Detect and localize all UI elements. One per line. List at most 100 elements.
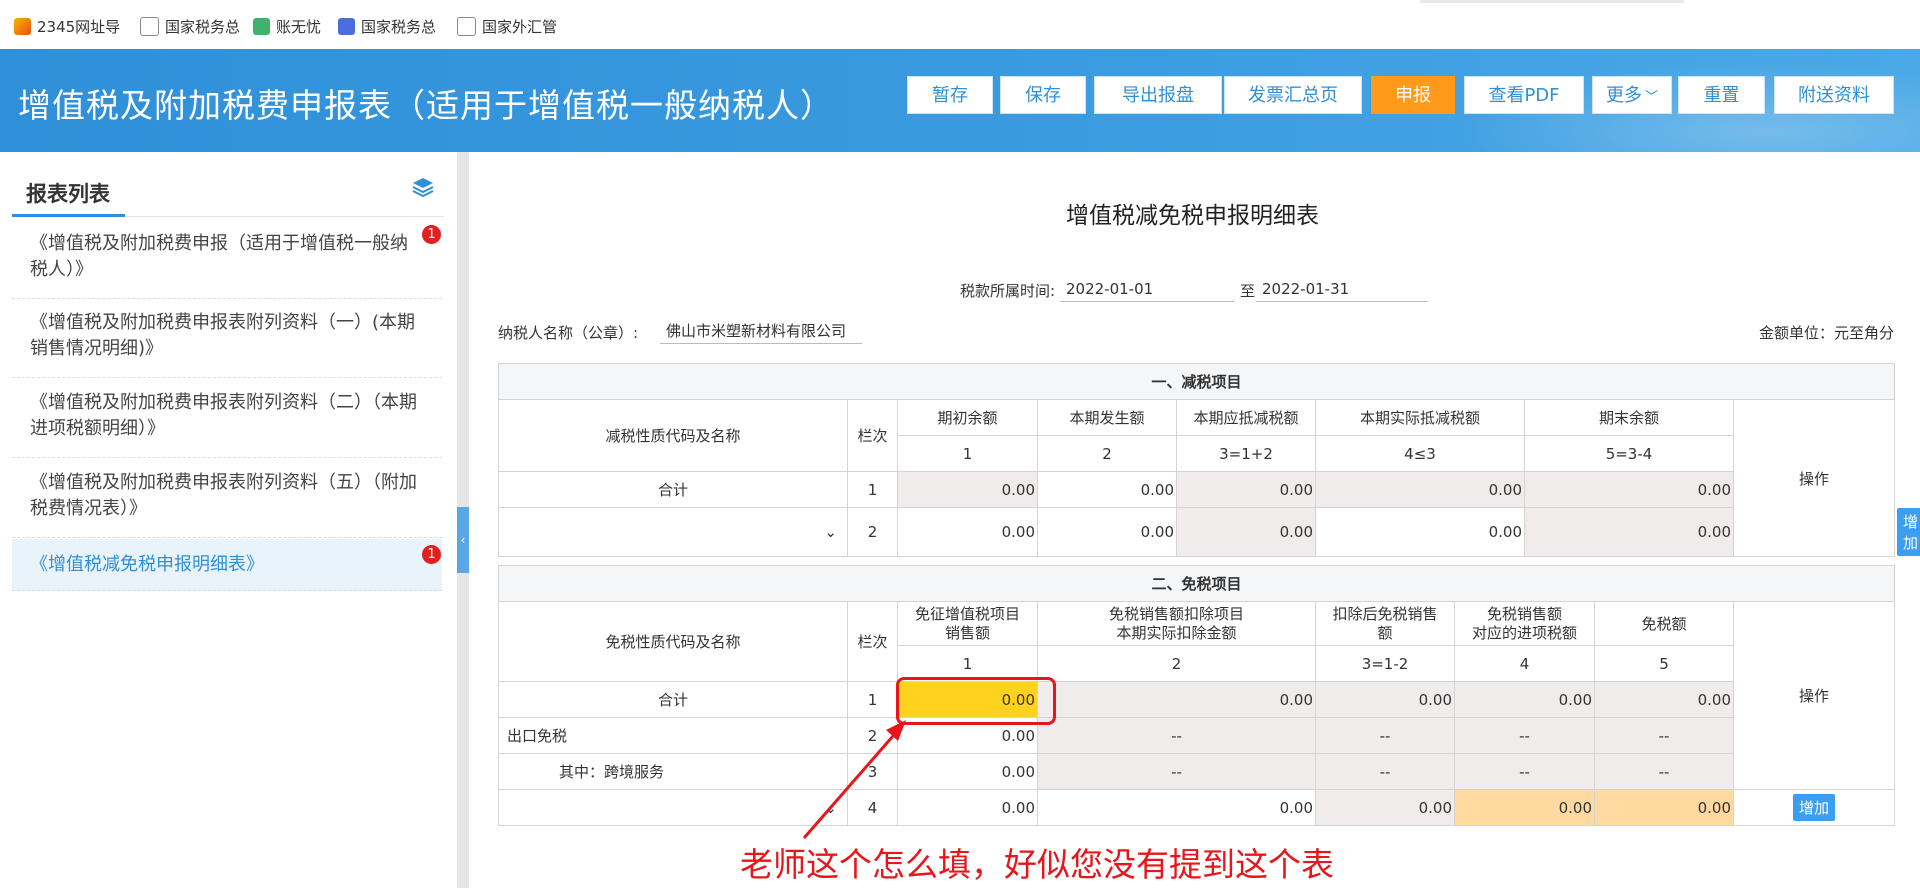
value-cell: 0.00 bbox=[1037, 471, 1177, 508]
bookmark-tax-2[interactable]: 国家税务总 bbox=[338, 16, 436, 36]
temp-save-button[interactable]: 暂存 bbox=[907, 76, 993, 114]
bookmark-label: 国家外汇管 bbox=[482, 17, 558, 36]
table-row: 合计 1 0.00 0.00 0.00 0.00 0.00 bbox=[498, 681, 1895, 718]
column-number: 3=1+2 bbox=[1176, 435, 1316, 472]
value-input[interactable]: 0.00 bbox=[1037, 507, 1177, 557]
column-header: 本期应抵减税额 bbox=[1176, 399, 1316, 436]
column-header: 免征增值税项目 销售额 bbox=[897, 601, 1038, 646]
bookmark-forex[interactable]: 国家外汇管 bbox=[457, 16, 557, 36]
more-label: 更多 bbox=[1605, 85, 1642, 106]
reduction-table: 一、减税项目 减税性质代码及名称 栏次 期初余额 本期发生额 本期应抵减税额 本… bbox=[497, 363, 1920, 557]
export-button[interactable]: 导出报盘 bbox=[1094, 76, 1222, 114]
value-cell: -- bbox=[1594, 717, 1734, 754]
code-select[interactable]: ⌄ bbox=[498, 789, 848, 826]
column-number: 2 bbox=[1037, 645, 1316, 682]
row-name: 合计 bbox=[498, 681, 848, 718]
app-icon bbox=[253, 17, 270, 35]
value-cell: 0.00 bbox=[1524, 507, 1734, 557]
column-number: 3=1-2 bbox=[1315, 645, 1455, 682]
column-number: 4≤3 bbox=[1315, 435, 1525, 472]
value-cell: 0.00 bbox=[1315, 789, 1455, 826]
sidebar-item-schedule-5[interactable]: 《增值税及附加税费申报表附列资料（五）（附加税费情况表）》 bbox=[12, 462, 442, 538]
view-pdf-button[interactable]: 查看PDF bbox=[1464, 76, 1584, 114]
row-number: 3 bbox=[847, 753, 898, 790]
sidebar-item-schedule-1[interactable]: 《增值税及附加税费申报表附列资料（一）(本期销售情况明细)》 bbox=[12, 302, 442, 378]
annotation-highlight-box bbox=[896, 677, 1056, 725]
value-input[interactable]: 0.00 bbox=[897, 507, 1038, 557]
page-icon bbox=[457, 16, 476, 36]
chevron-down-icon: ⌄ bbox=[824, 523, 837, 541]
bookmark-label: 账无忧 bbox=[276, 17, 322, 36]
period-from-field[interactable]: 2022-01-01 bbox=[1060, 277, 1234, 302]
row-number: 2 bbox=[847, 507, 898, 557]
period-label: 税款所属时间: bbox=[960, 282, 1056, 300]
table-row: 出口免税 2 0.00 -- -- -- -- bbox=[498, 717, 1895, 754]
active-tab-underline bbox=[12, 214, 125, 217]
section-title: 一、减税项目 bbox=[497, 363, 1896, 400]
add-row-button[interactable]: 增加 bbox=[1897, 508, 1920, 556]
sidebar-item-label: 《增值税及附加税费申报表附列资料（二）（本期进项税额明细）》 bbox=[30, 392, 417, 439]
notification-badge: 1 bbox=[422, 545, 441, 564]
column-header: 免税销售额 对应的进项税额 bbox=[1454, 601, 1595, 646]
bookmark-label: 国家税务总 bbox=[165, 17, 241, 36]
period-to-field[interactable]: 2022-01-31 bbox=[1256, 277, 1428, 302]
table-row: ⌄ 2 0.00 0.00 0.00 0.00 0.00 增加 bbox=[498, 507, 1920, 557]
amount-unit: 金额单位：元至角分 bbox=[1758, 324, 1894, 342]
column-number: 5=3-4 bbox=[1524, 435, 1734, 472]
sidebar-item-label: 《增值税及附加税费申报表附列资料（五）（附加税费情况表）》 bbox=[30, 472, 417, 519]
value-input[interactable]: 0.00 bbox=[1315, 507, 1525, 557]
value-cell: 0.00 bbox=[1037, 681, 1316, 718]
period-to-label: 至 bbox=[1240, 282, 1256, 300]
invoice-summary-button[interactable]: 发票汇总页 bbox=[1224, 76, 1362, 114]
bookmark-2345[interactable]: 2345网址导 bbox=[14, 16, 120, 36]
value-cell: -- bbox=[1037, 753, 1316, 790]
declare-button[interactable]: 申报 bbox=[1371, 76, 1455, 114]
attach-button[interactable]: 附送资料 bbox=[1774, 76, 1894, 114]
row-name: 合计 bbox=[498, 471, 848, 508]
tax-logo-icon bbox=[338, 17, 355, 35]
sidebar-item-schedule-2[interactable]: 《增值税及附加税费申报表附列资料（二）（本期进项税额明细）》 bbox=[12, 382, 442, 458]
value-input[interactable]: 0.00 bbox=[897, 753, 1038, 790]
collapse-handle[interactable]: ‹ bbox=[457, 507, 469, 573]
column-header: 扣除后免税销售 额 bbox=[1315, 601, 1455, 646]
add-row-button[interactable]: 增加 bbox=[1793, 794, 1836, 821]
bookmark-zwy[interactable]: 账无忧 bbox=[253, 16, 321, 36]
code-select[interactable]: ⌄ bbox=[498, 507, 848, 557]
column-header: 操作 bbox=[1732, 601, 1896, 790]
value-input[interactable]: 0.00 bbox=[1037, 789, 1316, 826]
value-cell: 0.00 bbox=[1524, 471, 1734, 508]
value-cell: -- bbox=[1037, 717, 1316, 754]
reset-button[interactable]: 重置 bbox=[1678, 76, 1765, 114]
sidebar-item-main-return[interactable]: 《增值税及附加税费申报（适用于增值税一般纳税人）》 bbox=[12, 223, 442, 299]
save-button[interactable]: 保存 bbox=[1000, 76, 1086, 114]
row-number: 1 bbox=[847, 471, 898, 508]
column-header: 期末余额 bbox=[1524, 399, 1734, 436]
value-input[interactable]: 0.00 bbox=[897, 789, 1038, 826]
value-cell: 0.00 bbox=[1594, 789, 1734, 826]
row-name: 出口免税 bbox=[498, 717, 848, 754]
value-cell: 0.00 bbox=[1594, 681, 1734, 718]
chevron-left-icon: ‹ bbox=[460, 533, 466, 547]
bookmark-tax-1[interactable]: 国家税务总 bbox=[140, 16, 240, 36]
value-cell: 0.00 bbox=[1454, 789, 1595, 826]
home-icon bbox=[14, 17, 31, 35]
column-header: 减税性质代码及名称 bbox=[498, 399, 848, 472]
value-cell: 0.00 bbox=[897, 471, 1038, 508]
page-title: 增值税及附加税费申报表（适用于增值税一般纳税人） bbox=[18, 86, 834, 125]
bookmarks-bar: 2345网址导 国家税务总 账无忧 国家税务总 国家外汇管 bbox=[0, 0, 1920, 50]
exemption-table: 二、免税项目 免税性质代码及名称 栏次 免征增值税项目 销售额 免税销售额扣除项… bbox=[497, 565, 1896, 826]
sidebar-item-exemption-detail[interactable]: 《增值税减免税申报明细表》 bbox=[12, 539, 442, 591]
value-cell: 0.00 bbox=[1315, 681, 1455, 718]
more-button[interactable]: 更多 ﹀ bbox=[1592, 76, 1672, 114]
column-number: 2 bbox=[1037, 435, 1177, 472]
row-number: 4 bbox=[847, 789, 898, 826]
page-icon bbox=[140, 16, 159, 36]
layers-icon[interactable] bbox=[412, 176, 434, 198]
tab-strip-edge bbox=[1420, 0, 1684, 3]
annotation-text: 老师这个怎么填，好似您没有提到这个表 bbox=[740, 845, 1334, 884]
value-cell: -- bbox=[1454, 717, 1595, 754]
section-title: 二、免税项目 bbox=[497, 565, 1896, 602]
column-number: 5 bbox=[1594, 645, 1734, 682]
column-number: 1 bbox=[897, 435, 1038, 472]
row-number: 2 bbox=[847, 717, 898, 754]
